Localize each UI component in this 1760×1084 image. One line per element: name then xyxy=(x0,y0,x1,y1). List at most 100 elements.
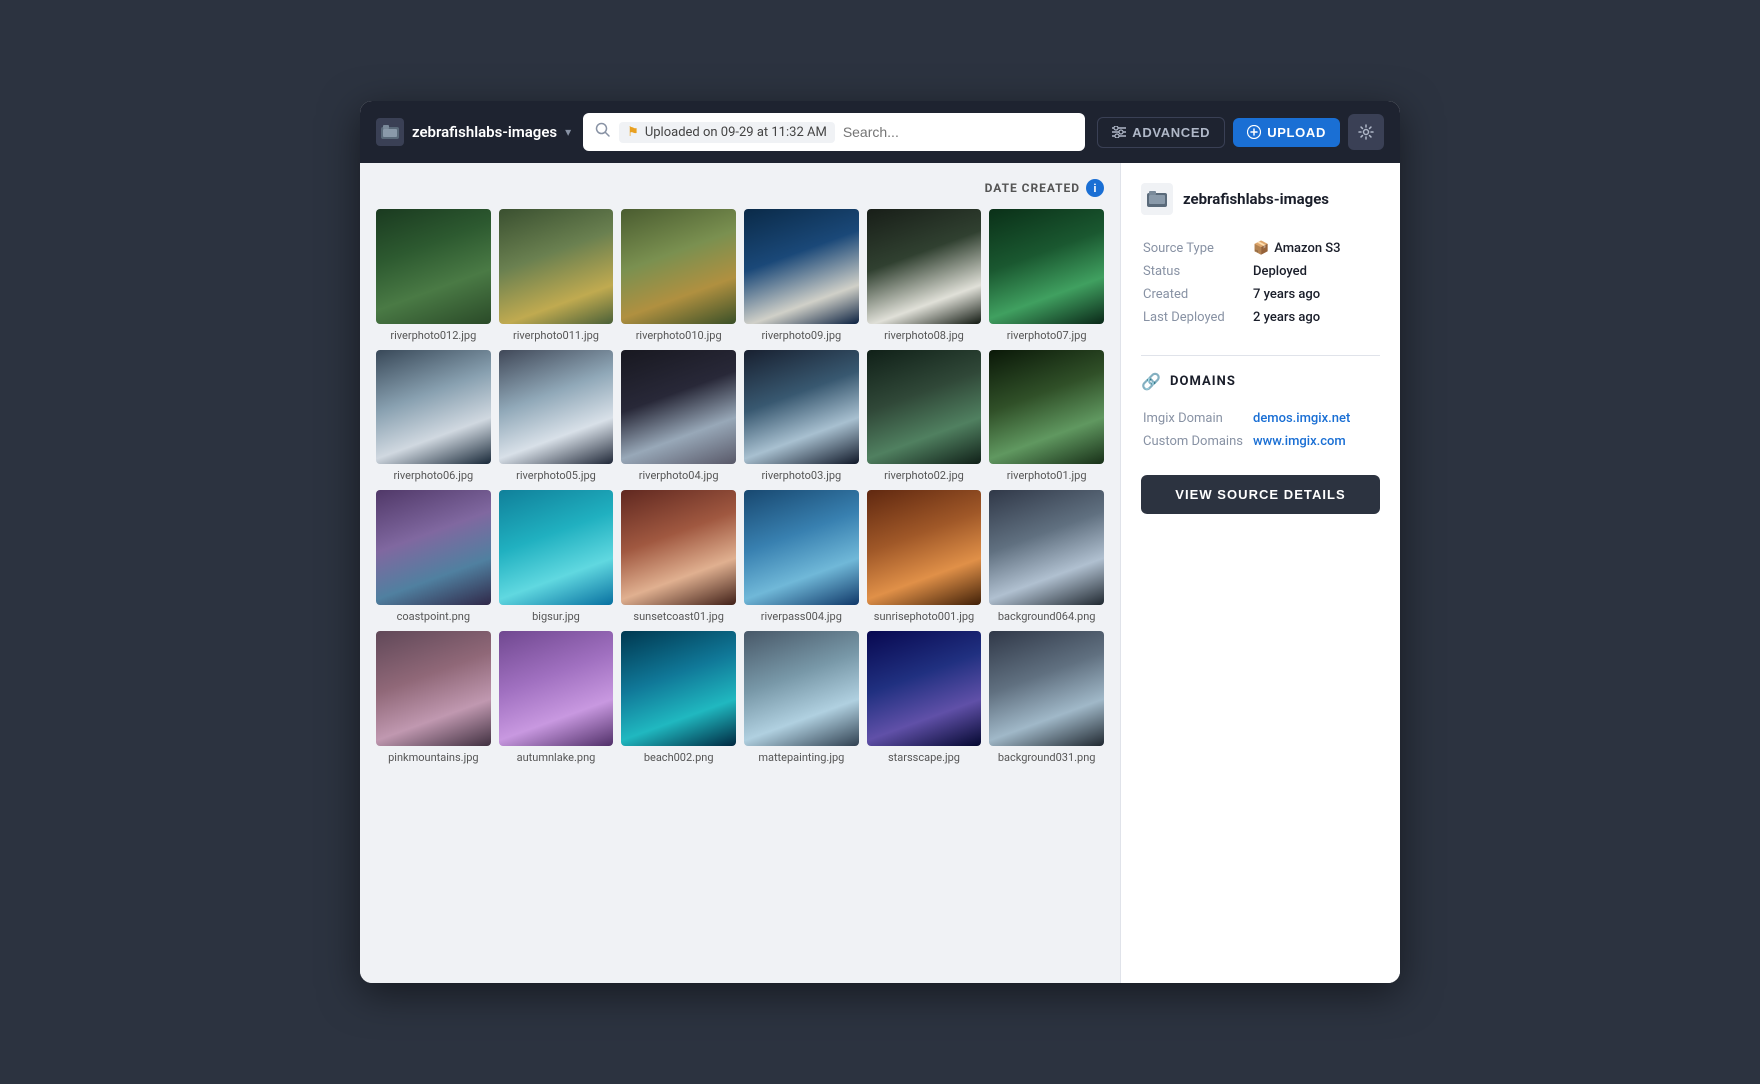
image-cell[interactable]: beach002.png xyxy=(621,631,736,764)
last-deployed-label: Last Deployed xyxy=(1143,310,1253,325)
image-cell[interactable]: pinkmountains.jpg xyxy=(376,631,491,764)
source-icon xyxy=(376,118,404,146)
image-name: riverphoto07.jpg xyxy=(989,329,1104,342)
image-thumb xyxy=(744,631,859,746)
image-thumb xyxy=(621,631,736,746)
imgix-domain-row: Imgix Domain demos.imgix.net xyxy=(1143,407,1378,430)
status-label: Status xyxy=(1143,264,1253,279)
upload-button[interactable]: UPLOAD xyxy=(1233,118,1340,147)
app-window: zebrafishlabs-images ▾ ⚑ Uploaded on 09-… xyxy=(360,101,1400,983)
imgix-domain-label: Imgix Domain xyxy=(1143,411,1253,426)
image-thumb xyxy=(376,490,491,605)
image-thumb xyxy=(744,350,859,465)
image-cell[interactable]: riverphoto08.jpg xyxy=(867,209,982,342)
image-cell[interactable]: riverphoto01.jpg xyxy=(989,350,1104,483)
filter-icon: ⚑ xyxy=(627,125,639,140)
image-name: starsscape.jpg xyxy=(867,751,982,764)
source-name-header: zebrafishlabs-images xyxy=(412,123,557,141)
settings-button[interactable] xyxy=(1348,114,1384,150)
image-cell[interactable]: riverphoto02.jpg xyxy=(867,350,982,483)
image-cell[interactable]: background031.png xyxy=(989,631,1104,764)
image-cell[interactable]: riverphoto011.jpg xyxy=(499,209,614,342)
image-cell[interactable]: riverphoto04.jpg xyxy=(621,350,736,483)
image-cell[interactable]: sunsetcoast01.jpg xyxy=(621,490,736,623)
chevron-down-icon: ▾ xyxy=(565,125,571,139)
search-input[interactable] xyxy=(843,124,1073,140)
image-name: riverphoto012.jpg xyxy=(376,329,491,342)
search-icon xyxy=(595,122,611,142)
image-name: riverphoto04.jpg xyxy=(621,469,736,482)
image-thumb xyxy=(621,209,736,324)
image-cell[interactable]: riverphoto012.jpg xyxy=(376,209,491,342)
image-name: sunrisephoto001.jpg xyxy=(867,610,982,623)
image-name: background031.png xyxy=(989,751,1104,764)
image-name: riverphoto08.jpg xyxy=(867,329,982,342)
image-name: riverphoto02.jpg xyxy=(867,469,982,482)
created-row: Created 7 years ago xyxy=(1143,283,1378,306)
sidebar-source-name: zebrafishlabs-images xyxy=(1183,190,1329,208)
source-type-row: Source Type 📦 Amazon S3 xyxy=(1143,237,1378,260)
image-name: bigsur.jpg xyxy=(499,610,614,623)
image-cell[interactable]: starsscape.jpg xyxy=(867,631,982,764)
image-name: coastpoint.png xyxy=(376,610,491,623)
custom-domain-value[interactable]: www.imgix.com xyxy=(1253,434,1346,449)
image-cell[interactable]: coastpoint.png xyxy=(376,490,491,623)
created-value: 7 years ago xyxy=(1253,287,1320,302)
image-thumb xyxy=(376,350,491,465)
info-table: Source Type 📦 Amazon S3 Status Deployed … xyxy=(1141,235,1380,331)
status-row: Status Deployed xyxy=(1143,260,1378,283)
image-name: sunsetcoast01.jpg xyxy=(621,610,736,623)
image-thumb xyxy=(499,490,614,605)
image-thumb xyxy=(989,350,1104,465)
filter-tag-text: Uploaded on 09-29 at 11:32 AM xyxy=(645,125,827,140)
image-cell[interactable]: mattepainting.jpg xyxy=(744,631,859,764)
image-name: autumnlake.png xyxy=(499,751,614,764)
image-cell[interactable]: riverphoto09.jpg xyxy=(744,209,859,342)
image-thumb xyxy=(989,209,1104,324)
image-name: riverphoto09.jpg xyxy=(744,329,859,342)
header: zebrafishlabs-images ▾ ⚑ Uploaded on 09-… xyxy=(360,101,1400,163)
image-name: riverphoto01.jpg xyxy=(989,469,1104,482)
source-selector[interactable]: zebrafishlabs-images ▾ xyxy=(376,118,571,146)
advanced-label: ADVANCED xyxy=(1132,125,1210,140)
sidebar-source-icon xyxy=(1141,183,1173,215)
image-thumb xyxy=(744,490,859,605)
last-deployed-row: Last Deployed 2 years ago xyxy=(1143,306,1378,329)
image-thumb xyxy=(867,631,982,746)
image-thumb xyxy=(621,490,736,605)
filter-tag[interactable]: ⚑ Uploaded on 09-29 at 11:32 AM xyxy=(619,122,835,143)
status-value: Deployed xyxy=(1253,264,1307,279)
image-cell[interactable]: riverphoto05.jpg xyxy=(499,350,614,483)
image-cell[interactable]: riverphoto03.jpg xyxy=(744,350,859,483)
image-thumb xyxy=(376,209,491,324)
image-cell[interactable]: background064.png xyxy=(989,490,1104,623)
image-thumb xyxy=(867,209,982,324)
image-name: riverphoto06.jpg xyxy=(376,469,491,482)
image-name: mattepainting.jpg xyxy=(744,751,859,764)
image-name: riverphoto011.jpg xyxy=(499,329,614,342)
image-thumb xyxy=(376,631,491,746)
image-thumb xyxy=(744,209,859,324)
image-cell[interactable]: autumnlake.png xyxy=(499,631,614,764)
image-thumb xyxy=(499,209,614,324)
image-cell[interactable]: riverphoto010.jpg xyxy=(621,209,736,342)
image-name: riverphoto05.jpg xyxy=(499,469,614,482)
image-cell[interactable]: riverphoto06.jpg xyxy=(376,350,491,483)
image-thumb xyxy=(621,350,736,465)
last-deployed-value: 2 years ago xyxy=(1253,310,1320,325)
source-type-value: 📦 Amazon S3 xyxy=(1253,241,1341,256)
date-created-label: DATE CREATED xyxy=(985,181,1080,195)
image-cell[interactable]: bigsur.jpg xyxy=(499,490,614,623)
grid-header: DATE CREATED i xyxy=(376,179,1104,197)
image-cell[interactable]: riverphoto07.jpg xyxy=(989,209,1104,342)
info-icon[interactable]: i xyxy=(1086,179,1104,197)
imgix-domain-value[interactable]: demos.imgix.net xyxy=(1253,411,1350,426)
image-name: pinkmountains.jpg xyxy=(376,751,491,764)
header-actions: ADVANCED UPLOAD xyxy=(1097,114,1384,150)
image-cell[interactable]: riverpass004.jpg xyxy=(744,490,859,623)
advanced-button[interactable]: ADVANCED xyxy=(1097,117,1225,148)
image-cell[interactable]: sunrisephoto001.jpg xyxy=(867,490,982,623)
main-content: DATE CREATED i riverphoto012.jpg riverph… xyxy=(360,163,1400,983)
created-label: Created xyxy=(1143,287,1253,302)
view-source-button[interactable]: VIEW SOURCE DETAILS xyxy=(1141,475,1380,514)
